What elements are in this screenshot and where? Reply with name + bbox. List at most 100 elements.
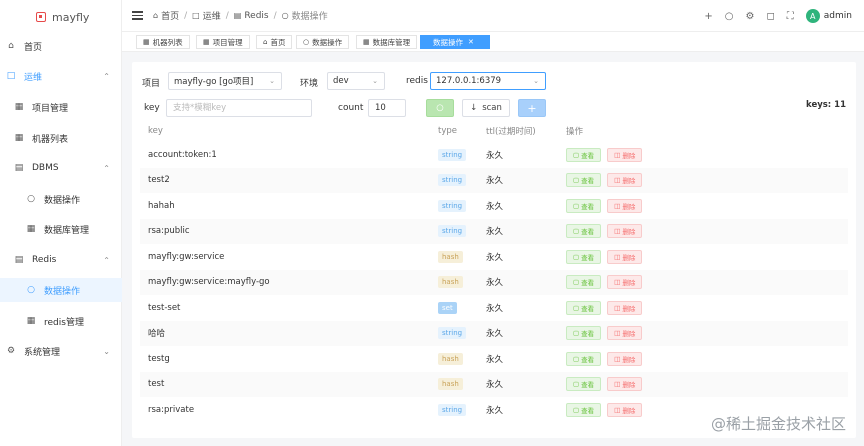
- view-button[interactable]: ▢ 查看: [566, 377, 602, 392]
- view-button[interactable]: ▢ 查看: [566, 173, 602, 188]
- sidebar-item-ops[interactable]: □ 运维 ⌃: [0, 64, 122, 88]
- settings-icon[interactable]: ⚙: [746, 11, 755, 22]
- sidebar-item-redis-manage[interactable]: ▦ redis管理: [0, 309, 122, 333]
- sidebar-item-redis-data-op[interactable]: ○ 数据操作: [0, 278, 122, 302]
- view-icon: ▢: [573, 201, 580, 210]
- chevron-down-icon: ⌄: [533, 77, 539, 85]
- tags-bar: ▦ 机器列表 ▦ 项目管理 ⌂ 首页 ○ 数据操作 ▦ 数据库管理 数据操作 ✕: [122, 32, 864, 52]
- search-button[interactable]: ○: [426, 99, 454, 117]
- sidebar-item-system[interactable]: ⚙ 系统管理 ⌄: [0, 339, 122, 363]
- sidebar-item-redis[interactable]: ▤ Redis ⌃: [0, 248, 122, 272]
- delete-button[interactable]: ◫ 删除: [607, 300, 643, 315]
- delete-button[interactable]: ◫ 删除: [607, 173, 643, 188]
- breadcrumb-item[interactable]: Redis: [244, 11, 268, 21]
- table-row: test hash 永久 ▢ 查看 ◫ 删除: [140, 371, 848, 397]
- view-button[interactable]: ▢ 查看: [566, 147, 602, 162]
- table-row: 哈哈 string 永久 ▢ 查看 ◫ 删除: [140, 320, 848, 347]
- view-icon: ▢: [573, 150, 580, 159]
- tag-db-data-op[interactable]: ○ 数据操作: [296, 35, 350, 49]
- sidebar-item-label: 运维: [24, 72, 43, 83]
- trash-icon: ◫: [614, 329, 621, 338]
- breadcrumb-item[interactable]: 首页: [161, 9, 179, 22]
- sidebar-item-machine-list[interactable]: ▦ 机器列表: [0, 126, 122, 150]
- key-label: key: [144, 103, 160, 113]
- add-key-button[interactable]: +: [518, 99, 546, 117]
- search-icon: ○: [27, 285, 35, 295]
- table-row: test2 string 永久 ▢ 查看 ◫ 删除: [140, 167, 848, 193]
- delete-button[interactable]: ◫ 删除: [607, 377, 643, 392]
- table-row: test-set set 永久 ▢ 查看 ◫ 删除: [140, 295, 848, 321]
- scan-button[interactable]: ↓ scan: [462, 99, 510, 117]
- view-button[interactable]: ▢ 查看: [566, 402, 602, 417]
- row-ttl: 永久: [486, 405, 504, 416]
- redis-select[interactable]: 127.0.0.1:6379 ⌄: [430, 72, 546, 90]
- view-button[interactable]: ▢ 查看: [566, 326, 602, 341]
- env-select[interactable]: dev ⌄: [327, 72, 385, 90]
- view-button[interactable]: ▢ 查看: [566, 300, 602, 315]
- table-row: mayfly:gw:service hash 永久 ▢ 查看 ◫ 删除: [140, 244, 848, 270]
- count-label: count: [338, 103, 364, 113]
- header: ⌂ 首页 / □ 运维 / ▤ Redis / ○ 数据操作 + ○ ⚙ ◻ ⛶…: [122, 0, 864, 32]
- fullscreen-icon[interactable]: ⛶: [787, 11, 794, 22]
- tag-project-manage[interactable]: ▦ 项目管理: [196, 35, 250, 49]
- row-ttl: 永久: [486, 278, 504, 289]
- sidebar-item-label: redis管理: [44, 317, 84, 328]
- chevron-up-icon: ⌃: [103, 71, 110, 81]
- view-button[interactable]: ▢ 查看: [566, 224, 602, 239]
- view-icon: ▢: [573, 329, 580, 338]
- search-icon: ○: [281, 11, 289, 20]
- plus-icon[interactable]: +: [704, 11, 712, 22]
- home-icon: ⌂: [8, 41, 14, 51]
- view-button[interactable]: ▢ 查看: [566, 249, 602, 264]
- type-badge: hash: [438, 352, 463, 365]
- sidebar-item-db-data-op[interactable]: ○ 数据操作: [0, 187, 122, 211]
- view-button[interactable]: ▢ 查看: [566, 198, 602, 213]
- tag-machine-list[interactable]: ▦ 机器列表: [136, 35, 190, 49]
- trash-icon: ◫: [614, 278, 621, 287]
- view-button[interactable]: ▢ 查看: [566, 275, 602, 290]
- type-badge: string: [438, 199, 467, 212]
- search-icon: ○: [436, 103, 444, 113]
- row-type: string: [438, 321, 467, 347]
- delete-button[interactable]: ◫ 删除: [607, 275, 643, 290]
- row-type: hash: [438, 244, 463, 270]
- breadcrumb-item[interactable]: 运维: [203, 9, 221, 22]
- view-icon: ▢: [573, 303, 580, 312]
- tag-db-manage[interactable]: ▦ 数据库管理: [356, 35, 418, 49]
- sidebar-item-label: 数据操作: [44, 286, 81, 297]
- sidebar-item-project-manage[interactable]: ▦ 项目管理: [0, 95, 122, 119]
- menu-toggle-icon[interactable]: [132, 11, 143, 20]
- table-row: hahah string 永久 ▢ 查看 ◫ 删除: [140, 193, 848, 219]
- tag-redis-data-op[interactable]: 数据操作 ✕: [420, 35, 490, 49]
- trash-icon: ◫: [614, 252, 621, 261]
- watermark: @稀土掘金技术社区: [710, 415, 846, 433]
- logo-icon: [36, 12, 46, 22]
- row-type: string: [438, 142, 467, 168]
- delete-button[interactable]: ◫ 删除: [607, 249, 643, 264]
- breadcrumb: ⌂ 首页 / □ 运维 / ▤ Redis / ○ 数据操作: [153, 9, 328, 23]
- type-badge: string: [438, 403, 467, 416]
- delete-button[interactable]: ◫ 删除: [607, 198, 643, 213]
- delete-button[interactable]: ◫ 删除: [607, 351, 643, 366]
- delete-button[interactable]: ◫ 删除: [607, 224, 643, 239]
- header-key: key: [148, 126, 163, 136]
- search-icon[interactable]: ○: [725, 11, 734, 22]
- row-type: set: [438, 295, 457, 321]
- view-button[interactable]: ▢ 查看: [566, 351, 602, 366]
- delete-button[interactable]: ◫ 删除: [607, 402, 643, 417]
- close-icon[interactable]: ✕: [468, 38, 474, 46]
- row-ttl: 永久: [486, 329, 504, 340]
- user-menu[interactable]: A admin: [805, 9, 852, 23]
- sidebar-item-dbms[interactable]: ▤ DBMS ⌃: [0, 156, 122, 180]
- delete-button[interactable]: ◫ 删除: [607, 147, 643, 162]
- sidebar-item-db-manage[interactable]: ▦ 数据库管理: [0, 217, 122, 241]
- project-select[interactable]: mayfly-go [go项目] ⌄: [168, 72, 282, 90]
- view-icon: ▢: [573, 354, 580, 363]
- sidebar-item-home[interactable]: ⌂ 首页: [0, 34, 122, 58]
- tag-home[interactable]: ⌂ 首页: [256, 35, 293, 49]
- key-input[interactable]: [166, 99, 312, 117]
- row-actions: ▢ 查看 ◫ 删除: [566, 193, 648, 219]
- count-input[interactable]: 10: [368, 99, 406, 117]
- delete-button[interactable]: ◫ 删除: [607, 326, 643, 341]
- bell-icon[interactable]: ◻: [766, 11, 774, 22]
